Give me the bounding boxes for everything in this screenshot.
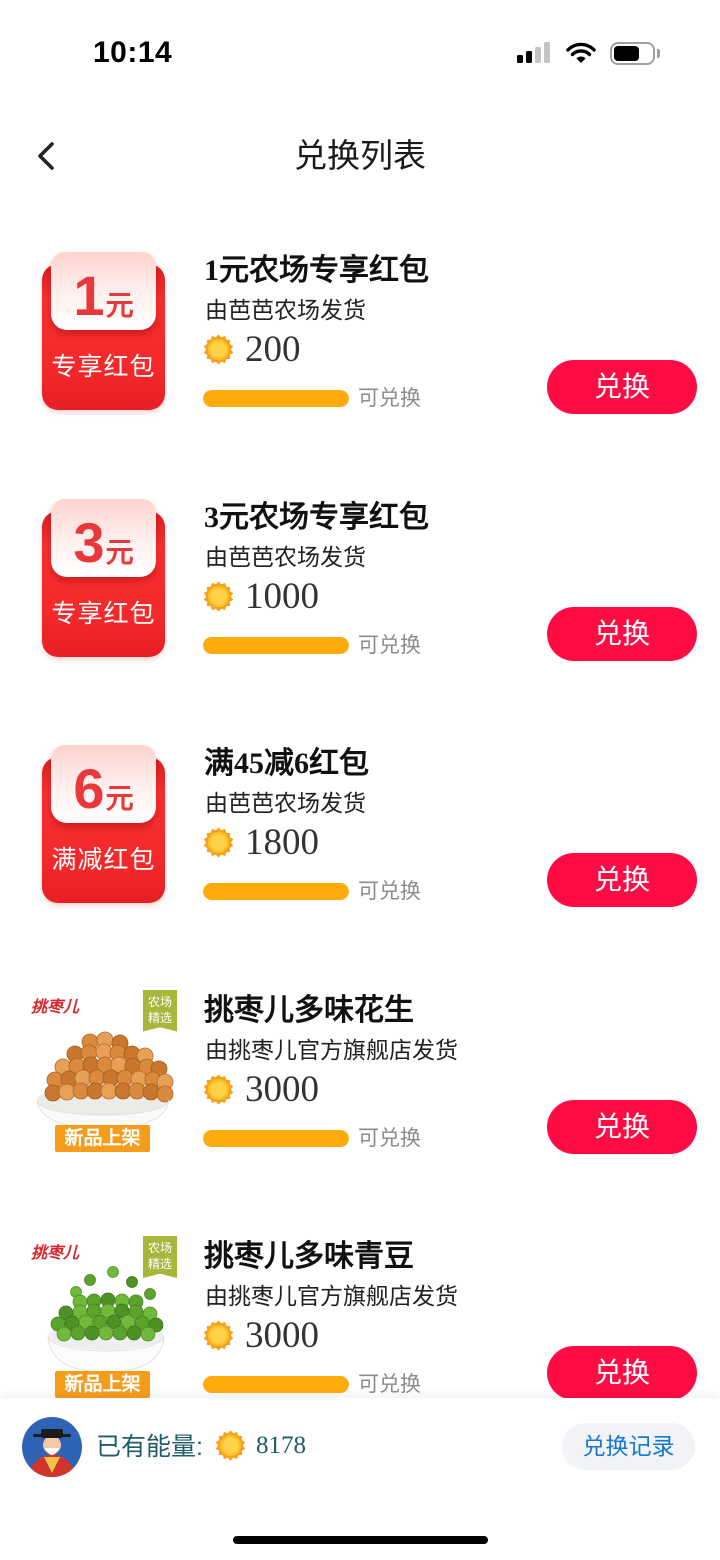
item-status: 可兑换 xyxy=(358,1373,421,1396)
red-packet-label: 专享红包 xyxy=(51,599,156,628)
cellular-signal-icon xyxy=(517,42,551,63)
red-packet-amount: 3 xyxy=(73,510,105,574)
exchange-button[interactable]: 兑换 xyxy=(547,360,697,414)
item-status: 可兑换 xyxy=(358,387,421,410)
farm-selection-tag-line: 农场 xyxy=(147,1241,172,1255)
progress-bar xyxy=(203,1376,349,1393)
peanuts-product-image: 挑枣儿 农场 精选 新品上架 xyxy=(28,989,178,1152)
brand-logo: 挑枣儿 xyxy=(31,998,80,1016)
red-packet-unit: 元 xyxy=(105,290,134,321)
energy-label: 已有能量: xyxy=(96,1433,203,1461)
red-packet-label: 满减红包 xyxy=(51,846,156,874)
red-packet-icon: 1元 专享红包 xyxy=(42,252,165,410)
exchange-button[interactable]: 兑换 xyxy=(547,853,697,907)
item-seller: 由芭芭农场发货 xyxy=(205,297,366,323)
exchange-button[interactable]: 兑换 xyxy=(547,1099,697,1154)
red-packet-unit: 元 xyxy=(105,783,134,814)
exchange-item: 1元 专享红包 1元农场专享红包 由芭芭农场发货 200 可兑换 兑换 xyxy=(0,225,720,472)
item-status: 可兑换 xyxy=(358,1126,421,1150)
red-packet-amount: 1 xyxy=(73,264,105,327)
red-packet-icon: 3元 专享红包 xyxy=(42,498,165,657)
exchange-button[interactable]: 兑换 xyxy=(547,606,697,661)
progress-bar xyxy=(203,883,349,900)
item-seller: 由芭芭农场发货 xyxy=(205,543,366,570)
progress-bar-fill xyxy=(203,636,349,654)
red-packet-flap: 3元 xyxy=(51,498,156,577)
item-seller: 由挑枣儿官方旗舰店发货 xyxy=(205,1283,458,1309)
user-avatar[interactable] xyxy=(22,1417,82,1477)
red-packet-flap: 6元 xyxy=(51,745,156,823)
energy-coin-icon xyxy=(203,827,234,858)
red-packet-icon: 6元 满减红包 xyxy=(42,745,165,903)
energy-value: 8178 xyxy=(256,1432,306,1459)
item-status: 可兑换 xyxy=(358,633,421,657)
item-title: 挑枣儿多味青豆 xyxy=(204,1240,414,1273)
red-packet-flap: 1元 xyxy=(51,252,156,330)
exchange-button[interactable]: 兑换 xyxy=(547,1346,697,1398)
item-seller: 由芭芭农场发货 xyxy=(205,790,366,816)
page-title: 兑换列表 xyxy=(294,137,426,174)
item-title: 3元农场专享红包 xyxy=(204,500,429,534)
item-cost: 1000 xyxy=(245,575,319,617)
item-seller: 由挑枣儿官方旗舰店发货 xyxy=(205,1036,458,1063)
energy-coin-icon xyxy=(215,1430,246,1461)
energy-coin-icon xyxy=(203,334,234,365)
item-title: 满45减6红包 xyxy=(204,747,369,780)
energy-coin-icon xyxy=(203,1074,234,1105)
farm-selection-tag-line: 精选 xyxy=(147,1257,172,1271)
progress-bar xyxy=(203,390,349,407)
exchange-item: 6元 满减红包 满45减6红包 由芭芭农场发货 1800 可兑换 兑换 xyxy=(0,718,720,965)
progress-bar-fill xyxy=(203,1129,349,1147)
battery-cap xyxy=(657,49,660,58)
red-packet-label: 专享红包 xyxy=(51,353,156,381)
avatar-image xyxy=(22,1417,82,1477)
red-packet-amount: 6 xyxy=(73,757,105,820)
farm-selection-tag: 农场 精选 xyxy=(143,1236,177,1278)
energy-footer: 已有能量: 8178 兑换记录 xyxy=(0,1398,720,1560)
item-cost: 200 xyxy=(245,329,301,370)
exchange-records-button[interactable]: 兑换记录 xyxy=(562,1423,695,1470)
item-cost: 1800 xyxy=(245,822,319,863)
exchange-item: 3元 专享红包 3元农场专享红包 由芭芭农场发货 1000 可兑换 兑换 xyxy=(0,472,720,719)
red-packet-unit: 元 xyxy=(105,536,134,568)
status-time: 10:14 xyxy=(93,36,173,69)
farm-selection-tag-line: 精选 xyxy=(147,1010,172,1025)
progress-bar xyxy=(203,636,349,654)
wifi-icon xyxy=(566,42,596,63)
item-cost: 3000 xyxy=(245,1315,319,1356)
exchange-item: 挑枣儿 农场 精选 新品上架 挑枣儿多味青豆 由挑枣儿官方旗舰店发货 3000 … xyxy=(0,1211,720,1398)
exchange-list[interactable]: 1元 专享红包 1元农场专享红包 由芭芭农场发货 200 可兑换 兑换 3元 专… xyxy=(0,225,720,1398)
energy-coin-icon xyxy=(203,581,234,612)
progress-bar xyxy=(203,1129,349,1147)
progress-bar-fill xyxy=(203,390,349,407)
farm-selection-tag: 农场 精选 xyxy=(143,989,177,1032)
progress-bar-fill xyxy=(203,1376,349,1393)
new-arrival-badge: 新品上架 xyxy=(55,1124,150,1152)
item-cost: 3000 xyxy=(245,1068,319,1110)
new-arrival-badge: 新品上架 xyxy=(55,1371,150,1398)
home-indicator[interactable] xyxy=(233,1536,488,1544)
item-title: 挑枣儿多味花生 xyxy=(204,993,414,1027)
green-peas-product-image: 挑枣儿 农场 精选 新品上架 xyxy=(28,1236,178,1398)
farm-selection-tag-line: 农场 xyxy=(147,994,172,1009)
item-status: 可兑换 xyxy=(358,880,421,903)
progress-bar-fill xyxy=(203,883,349,900)
brand-logo: 挑枣儿 xyxy=(31,1245,80,1262)
exchange-item: 挑枣儿 农场 精选 新品上架 挑枣儿多味花生 由挑枣儿官方旗舰店发货 3000 … xyxy=(0,965,720,1212)
energy-coin-icon xyxy=(203,1320,234,1351)
item-title: 1元农场专享红包 xyxy=(204,254,429,287)
battery-icon xyxy=(610,42,655,65)
